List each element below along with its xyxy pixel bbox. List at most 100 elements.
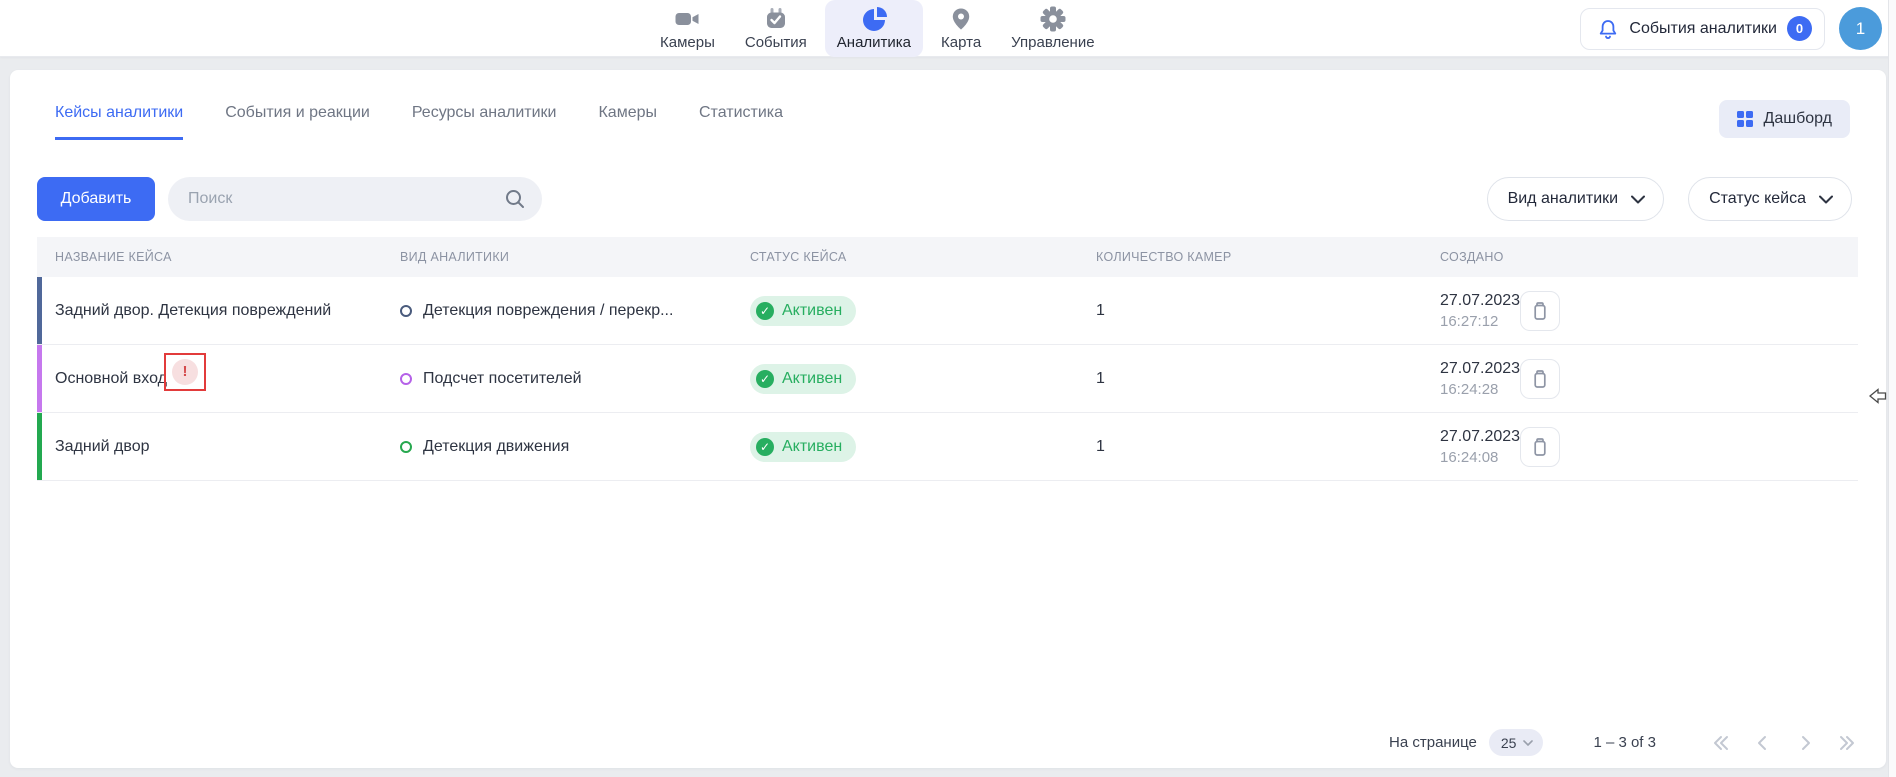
table-body: Задний двор. Детекция повреждений Детекц…	[37, 277, 1858, 481]
previous-page-button[interactable]	[1752, 732, 1774, 754]
analytics-type-icon	[400, 373, 412, 385]
nav-item-cameras[interactable]: Камеры	[648, 0, 727, 57]
top-bar: Камеры События Аналитика Карта Управлени	[0, 0, 1896, 57]
status-label: Активен	[782, 438, 842, 456]
delete-button[interactable]	[1520, 291, 1560, 331]
nav-item-management[interactable]: Управление	[999, 0, 1106, 57]
search-box	[168, 177, 542, 221]
last-page-button[interactable]	[1836, 732, 1858, 754]
events-count-badge: 0	[1787, 16, 1812, 41]
col-header-camera-count: КОЛИЧЕСТВО КАМЕР	[1094, 250, 1440, 264]
delete-button[interactable]	[1520, 427, 1560, 467]
warning-icon: !	[172, 359, 198, 385]
created-time: 16:27:12	[1440, 313, 1520, 330]
nav-item-analytics[interactable]: Аналитика	[825, 0, 923, 57]
per-page-label: На странице	[1389, 734, 1477, 751]
chevron-down-icon	[1631, 195, 1645, 204]
filters: Вид аналитики Статус кейса	[1487, 177, 1852, 221]
case-name: Задний двор. Детекция повреждений	[55, 302, 331, 320]
table-header: НАЗВАНИЕ КЕЙСА ВИД АНАЛИТИКИ СТАТУС КЕЙС…	[37, 237, 1858, 277]
case-status-filter[interactable]: Статус кейса	[1688, 177, 1852, 221]
analytics-type: Подсчет посетителей	[423, 370, 582, 388]
per-page-select[interactable]: 25	[1489, 729, 1544, 756]
chevron-down-icon	[1523, 740, 1533, 746]
search-icon	[504, 188, 526, 210]
analytics-type: Детекция движения	[423, 438, 569, 456]
nav-label: Аналитика	[837, 34, 911, 51]
table-row[interactable]: Основной вход ! Подсчет посетителей ✓ Ак…	[37, 345, 1858, 413]
camera-count: 1	[1094, 302, 1440, 320]
check-icon: ✓	[756, 302, 774, 320]
search-input[interactable]	[188, 190, 504, 208]
analytics-events-button[interactable]: События аналитики 0	[1580, 8, 1825, 50]
next-page-button[interactable]	[1794, 732, 1816, 754]
table-row[interactable]: Задний двор Детекция движения ✓ Активен …	[37, 413, 1858, 481]
nav-item-events[interactable]: События	[733, 0, 819, 57]
delete-button[interactable]	[1520, 359, 1560, 399]
nav-label: Камеры	[660, 34, 715, 51]
cases-table: НАЗВАНИЕ КЕЙСА ВИД АНАЛИТИКИ СТАТУС КЕЙС…	[37, 237, 1858, 481]
trash-icon	[1530, 300, 1550, 322]
table-row[interactable]: Задний двор. Детекция повреждений Детекц…	[37, 277, 1858, 345]
filter-label: Вид аналитики	[1508, 190, 1619, 208]
created-date: 27.07.2023	[1440, 292, 1520, 310]
pagination: На странице 25 1 – 3 of 3	[1389, 729, 1858, 756]
camera-count: 1	[1094, 370, 1440, 388]
camera-icon	[674, 5, 700, 32]
dashboard-button[interactable]: Дашборд	[1719, 100, 1851, 138]
trash-icon	[1530, 368, 1550, 390]
nav-label: События	[745, 34, 807, 51]
analytics-events-label: События аналитики	[1629, 20, 1777, 38]
tab-analytics-cases[interactable]: Кейсы аналитики	[55, 70, 183, 140]
analytics-type-icon	[400, 441, 412, 453]
analytics-pie-icon	[861, 5, 887, 32]
pager-controls	[1710, 732, 1858, 754]
section-tabs: Кейсы аналитики События и реакции Ресурс…	[55, 70, 783, 140]
tab-statistics[interactable]: Статистика	[699, 70, 783, 140]
mouse-cursor	[1869, 388, 1887, 409]
row-accent	[37, 413, 42, 480]
trash-icon	[1530, 436, 1550, 458]
nav-item-map[interactable]: Карта	[929, 0, 993, 57]
analytics-type: Детекция повреждения / перекр...	[423, 302, 673, 320]
events-icon	[763, 5, 789, 32]
case-name: Задний двор	[55, 438, 150, 456]
add-button[interactable]: Добавить	[37, 177, 155, 221]
map-pin-icon	[948, 5, 974, 32]
col-header-analytics-type: ВИД АНАЛИТИКИ	[400, 250, 750, 264]
status-badge: ✓ Активен	[750, 364, 856, 394]
toolbar: Добавить Вид аналитики Статус кейса	[37, 177, 1852, 221]
tab-cameras[interactable]: Камеры	[598, 70, 657, 140]
dashboard-button-label: Дашборд	[1764, 110, 1833, 128]
main-navigation: Камеры События Аналитика Карта Управлени	[648, 0, 1107, 57]
check-icon: ✓	[756, 438, 774, 456]
scrollbar-track[interactable]	[1888, 0, 1896, 777]
created-date: 27.07.2023	[1440, 428, 1520, 446]
created-time: 16:24:28	[1440, 381, 1520, 398]
tab-analytics-resources[interactable]: Ресурсы аналитики	[412, 70, 557, 140]
created-time: 16:24:08	[1440, 449, 1520, 466]
per-page-value: 25	[1501, 735, 1517, 751]
pagination-range: 1 – 3 of 3	[1593, 734, 1656, 751]
col-header-created: СОЗДАНО	[1440, 250, 1796, 264]
analytics-type-icon	[400, 305, 412, 317]
check-icon: ✓	[756, 370, 774, 388]
status-label: Активен	[782, 370, 842, 388]
avatar[interactable]: 1	[1839, 7, 1882, 50]
camera-count: 1	[1094, 438, 1440, 456]
chevron-down-icon	[1819, 195, 1833, 204]
status-badge: ✓ Активен	[750, 296, 856, 326]
bell-icon	[1597, 18, 1619, 40]
created-date: 27.07.2023	[1440, 360, 1520, 378]
status-badge: ✓ Активен	[750, 432, 856, 462]
first-page-button[interactable]	[1710, 732, 1732, 754]
analytics-cases-panel: Кейсы аналитики События и реакции Ресурс…	[10, 70, 1886, 768]
row-accent	[37, 277, 42, 344]
grid-icon	[1737, 111, 1753, 127]
top-bar-right: События аналитики 0 1	[1580, 7, 1882, 50]
warning-annotation: !	[164, 353, 206, 391]
gear-icon	[1040, 5, 1066, 32]
col-header-case-name: НАЗВАНИЕ КЕЙСА	[37, 250, 400, 264]
tab-events-reactions[interactable]: События и реакции	[225, 70, 370, 140]
analytics-type-filter[interactable]: Вид аналитики	[1487, 177, 1665, 221]
